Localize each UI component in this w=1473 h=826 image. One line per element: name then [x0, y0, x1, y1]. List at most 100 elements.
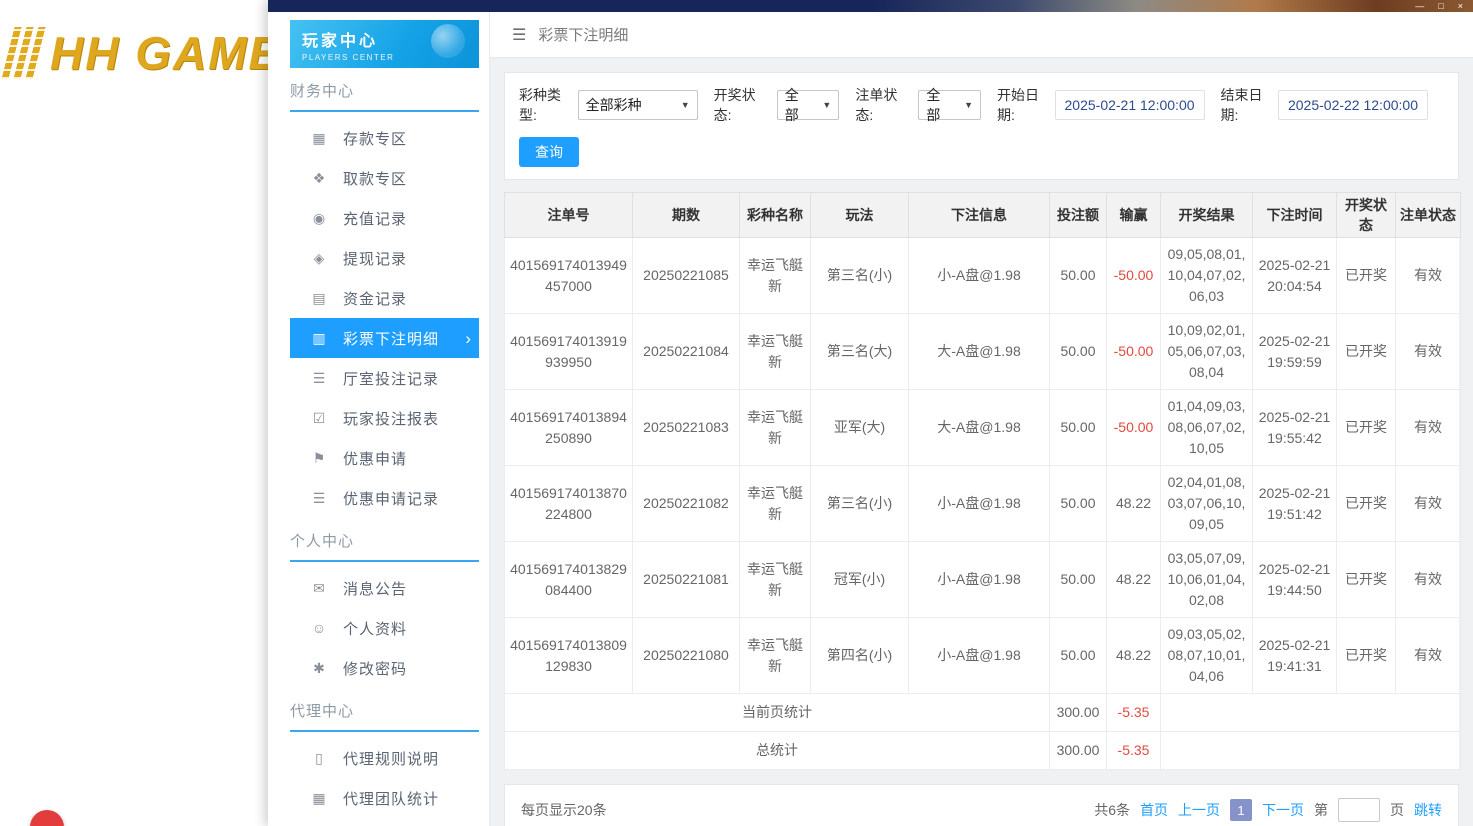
sidebar-menu-item[interactable]: ▯ 代理规则说明 [290, 738, 479, 778]
pagination-current-page[interactable]: 1 [1230, 799, 1252, 821]
cell-draw-status: 已开奖 [1336, 465, 1396, 542]
sidebar-menu-item[interactable]: ▦ 代理团队统计 [290, 778, 479, 818]
cell-draw-status: 已开奖 [1336, 313, 1396, 390]
menu-item-label: 代理团队统计 [343, 790, 440, 808]
filter-draw-status: 开奖状态: 全部 ▼ [714, 85, 840, 125]
cell-play: 第四名(小) [810, 617, 909, 694]
table-row: 401569174013919939950 20250221084 幸运飞艇新 … [504, 313, 1461, 390]
cell-lottery-name: 幸运飞艇新 [739, 237, 811, 314]
cell-play: 第三名(大) [810, 313, 909, 390]
cell-lottery-name: 幸运飞艇新 [739, 541, 811, 618]
menu-item-label: 存款专区 [343, 130, 408, 148]
sidebar-menu-item[interactable]: ▥ 彩票下注明细 › [290, 318, 479, 358]
draw-status-label: 开奖状态: [713, 87, 756, 123]
bet-status-value: 全部 [926, 87, 941, 123]
menu-item-label: 优惠申请 [343, 450, 408, 468]
page-suffix-label: 页 [1390, 802, 1404, 818]
pager: 共6条 首页 上一页 1 下一页 第 页 跳转 [1094, 798, 1442, 822]
cell-win-loss: 48.22 [1106, 465, 1161, 542]
cell-amount: 50.00 [1049, 617, 1107, 694]
sidebar-menu-item[interactable]: ▦ 存款专区 [290, 118, 479, 158]
menu-item-label: 充值记录 [343, 210, 408, 228]
cell-amount: 50.00 [1049, 389, 1107, 466]
table-row: 401569174013809129830 20250221080 幸运飞艇新 … [504, 617, 1461, 694]
menu-item-icon: ▦ [312, 789, 326, 806]
menu-item-icon: ▯ [315, 749, 323, 766]
page-jump-input[interactable] [1338, 798, 1380, 822]
sidebar-menu-item[interactable]: ☰ 优惠申请记录 [290, 478, 479, 518]
minimize-icon[interactable]: — [1415, 0, 1424, 12]
cell-bet-status: 有效 [1395, 465, 1461, 542]
table-body: 401569174013949457000 20250221085 幸运飞艇新 … [504, 237, 1461, 694]
logo-bars-icon [1, 27, 49, 79]
cell-draw-status: 已开奖 [1336, 237, 1396, 314]
menu-item-icon: ☰ [312, 489, 326, 506]
section-title-personal: 个人中心 [290, 530, 479, 562]
cell-lottery-name: 幸运飞艇新 [739, 389, 811, 466]
sidebar-menu-item[interactable]: ▤ 资金记录 [290, 278, 479, 318]
sidebar-menu-item[interactable]: ✉ 消息公告 [290, 568, 479, 608]
cell-draw-status: 已开奖 [1336, 617, 1396, 694]
filter-bet-status: 注单状态: 全部 ▼ [855, 85, 982, 125]
cell-bet-info: 小-A盘@1.98 [908, 541, 1050, 618]
cell-play: 第三名(小) [810, 465, 909, 542]
lottery-type-select[interactable]: 全部彩种 ▼ [577, 90, 698, 120]
menu-item-label: 消息公告 [343, 580, 408, 598]
menu-item-label: 资金记录 [343, 290, 408, 308]
search-button[interactable]: 查询 [519, 137, 579, 167]
draw-status-select[interactable]: 全部 ▼ [776, 87, 840, 123]
cell-period: 20250221082 [632, 465, 740, 542]
cell-bet-no: 401569174013829084400 [504, 541, 633, 618]
lottery-type-label: 彩种类型: [519, 87, 561, 123]
sidebar-menu-item[interactable]: ✱ 修改密码 [290, 648, 479, 688]
cell-bet-status: 有效 [1395, 389, 1461, 466]
menu-item-icon: ☺ [311, 620, 327, 636]
sidebar-menu-item[interactable]: ◉ 充值记录 [290, 198, 479, 238]
cell-win-loss: -50.00 [1106, 389, 1161, 466]
floating-service-button[interactable] [30, 810, 64, 826]
cell-draw-result: 10,09,02,01,05,06,07,03,08,04 [1160, 313, 1253, 390]
cell-bet-status: 有效 [1395, 617, 1461, 694]
hamburger-menu-icon[interactable]: ☰ [512, 25, 526, 45]
cell-bet-no: 401569174013919939950 [504, 313, 633, 390]
menu-item-icon: ▤ [312, 289, 326, 306]
prev-page-link[interactable]: 上一页 [1178, 800, 1220, 820]
summary-empty [1160, 731, 1461, 770]
chevron-down-icon: ▼ [964, 100, 974, 110]
pagination-bar: 每页显示20条 共6条 首页 上一页 1 下一页 第 页 跳转 [504, 784, 1459, 826]
menu-item-icon: ☑ [312, 409, 326, 426]
cell-win-loss: -50.00 [1106, 313, 1161, 390]
close-icon[interactable]: × [1458, 0, 1463, 12]
maximize-icon[interactable]: □ [1438, 0, 1443, 12]
cell-bet-info: 大-A盘@1.98 [908, 389, 1050, 466]
sidebar-menu-item[interactable]: ◈ 提现记录 [290, 238, 479, 278]
menu-item-label: 厅室投注记录 [343, 370, 440, 388]
sidebar-menu-item[interactable]: ⚑ 优惠申请 [290, 438, 479, 478]
first-page-link[interactable]: 首页 [1140, 800, 1168, 820]
table-row: 401569174013894250890 20250221083 幸运飞艇新 … [504, 389, 1461, 466]
column-header: 投注额 [1049, 192, 1107, 238]
sidebar-menu-item[interactable]: ☑ 玩家投注报表 [290, 398, 479, 438]
cell-bet-time: 2025-02-21 19:59:59 [1252, 313, 1337, 390]
summary-amount: 300.00 [1049, 693, 1107, 732]
jump-link[interactable]: 跳转 [1414, 800, 1442, 820]
cell-amount: 50.00 [1049, 237, 1107, 314]
sidebar-menu-item[interactable]: ☺ 个人资料 [290, 608, 479, 648]
cell-amount: 50.00 [1049, 313, 1107, 390]
sidebar: 玩家中心 PLAYERS CENTER 财务中心 ▦ 存款专区 ❖ 取款专区 ◉… [268, 12, 490, 826]
next-page-link[interactable]: 下一页 [1262, 800, 1304, 820]
cell-period: 20250221080 [632, 617, 740, 694]
start-date-input[interactable] [1054, 90, 1205, 120]
end-date-input[interactable] [1277, 90, 1428, 120]
section-finance: 财务中心 ▦ 存款专区 ❖ 取款专区 ◉ 充值记录 ◈ 提现记录 ▤ 资金记录 … [268, 80, 489, 518]
sidebar-menu-item[interactable]: ☰ 厅室投注记录 [290, 358, 479, 398]
cell-bet-info: 大-A盘@1.98 [908, 313, 1050, 390]
bet-status-select[interactable]: 全部 ▼ [918, 87, 982, 123]
summary-empty [1160, 693, 1461, 732]
cell-win-loss: -5.35 [1106, 731, 1161, 770]
sidebar-menu-item[interactable]: ❖ 取款专区 [290, 158, 479, 198]
cell-lottery-name: 幸运飞艇新 [739, 465, 811, 542]
cell-draw-status: 已开奖 [1336, 389, 1396, 466]
cell-period: 20250221085 [632, 237, 740, 314]
section-personal: 个人中心 ✉ 消息公告 ☺ 个人资料 ✱ 修改密码 [268, 530, 489, 688]
